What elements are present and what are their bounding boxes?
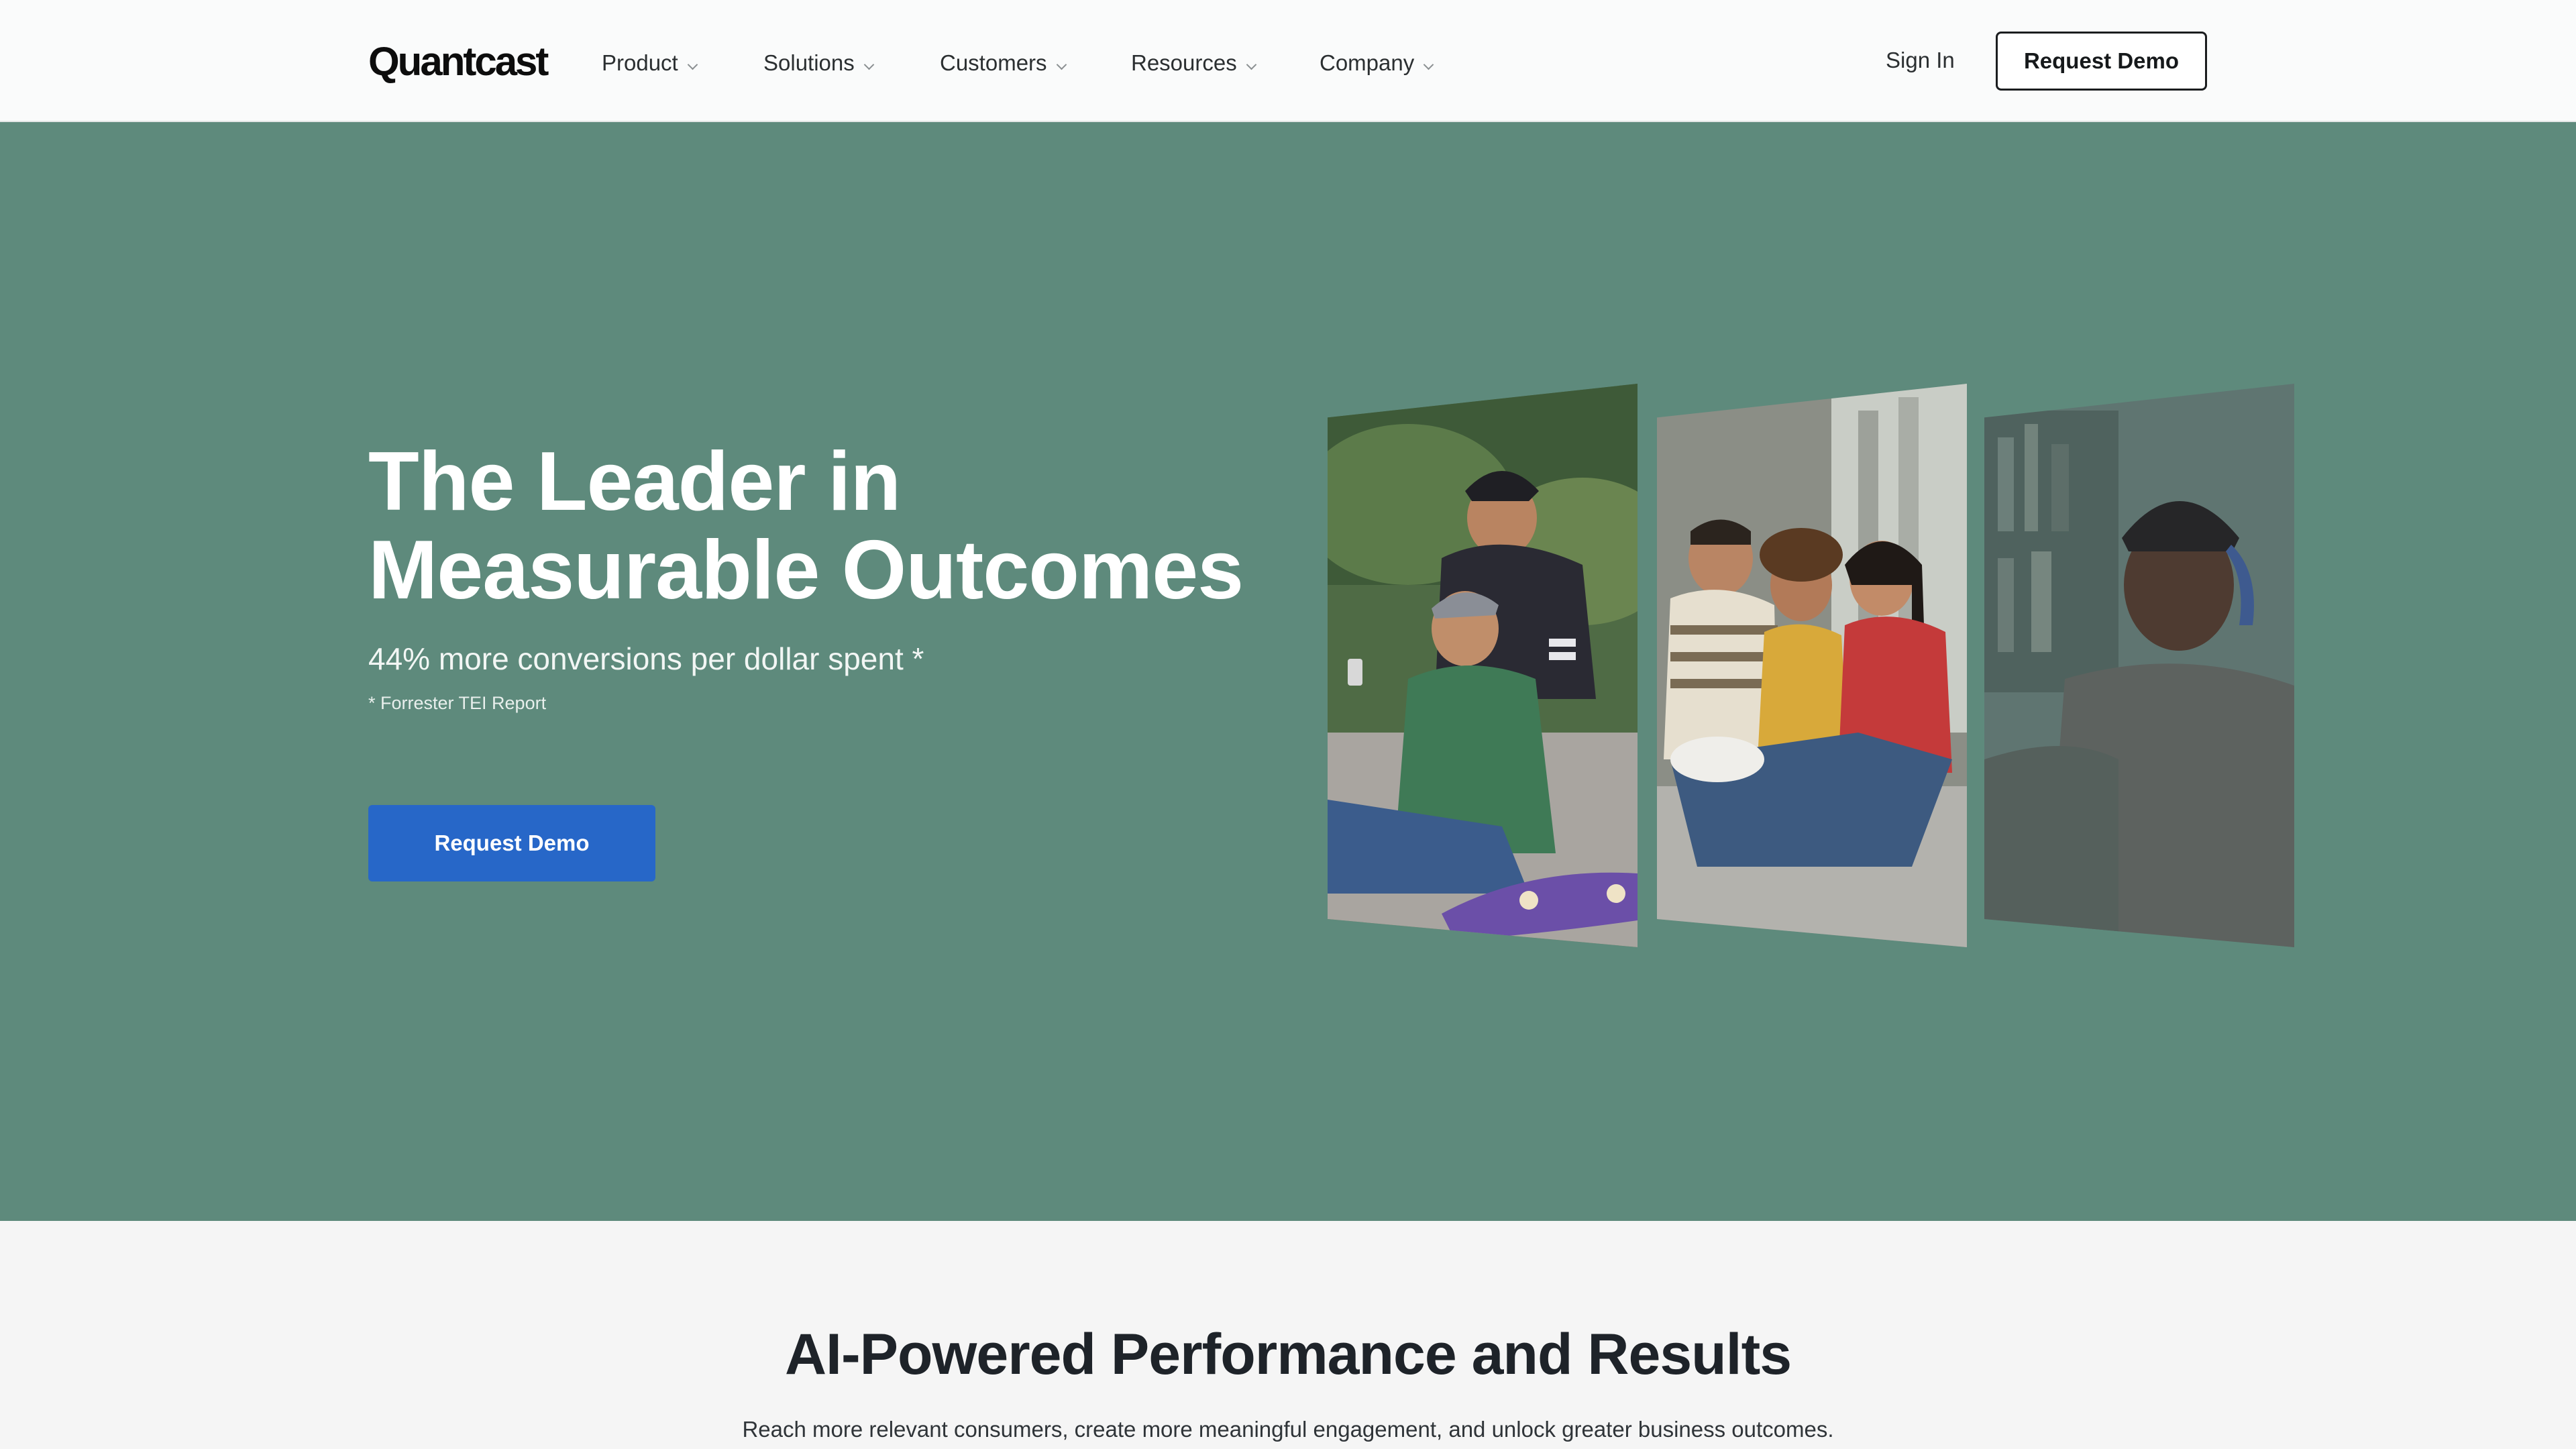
hero-title: The Leader in Measurable Outcomes	[368, 437, 1307, 614]
hero-photo-friends-couch	[1657, 384, 1967, 947]
chevron-down-icon	[687, 59, 698, 70]
chevron-down-icon	[1246, 59, 1257, 70]
nav-resources-label: Resources	[1131, 50, 1237, 75]
nav-solutions-label: Solutions	[763, 50, 855, 75]
hero-photo-man-headphones	[1984, 384, 2294, 947]
hero-footnote: * Forrester TEI Report	[368, 693, 547, 713]
section-description: Reach more relevant consumers, create mo…	[742, 1417, 1834, 1442]
section-title: AI-Powered Performance and Results	[784, 1322, 1792, 1387]
nav-company-label: Company	[1320, 50, 1415, 75]
performance-section: AI-Powered Performance and Results Reach…	[0, 1221, 2576, 1449]
quantcast-logo[interactable]: Quantcast	[368, 35, 549, 89]
nav-solutions[interactable]: Solutions	[763, 42, 875, 85]
hero-title-line-2: Measurable Outcomes	[368, 524, 1244, 616]
nav-resources[interactable]: Resources	[1131, 42, 1257, 85]
chevron-down-icon	[1423, 59, 1434, 70]
nav-product-label: Product	[602, 50, 678, 75]
hero-request-demo-button[interactable]: Request Demo	[368, 805, 655, 881]
hero-photo-skaters	[1328, 384, 1638, 947]
site-header: Quantcast Product Solutions Customers Re…	[0, 0, 2576, 122]
hero-subtitle: 44% more conversions per dollar spent *	[368, 641, 924, 676]
chevron-down-icon	[863, 59, 875, 70]
sign-in-link[interactable]: Sign In	[1886, 40, 1955, 80]
nav-company[interactable]: Company	[1320, 42, 1434, 85]
nav-customers-label: Customers	[940, 50, 1047, 75]
nav-customers[interactable]: Customers	[940, 42, 1067, 85]
header-request-demo-button[interactable]: Request Demo	[1996, 32, 2207, 91]
nav-product[interactable]: Product	[602, 42, 698, 85]
chevron-down-icon	[1056, 59, 1067, 70]
hero-title-line-1: The Leader in	[368, 435, 901, 528]
hero-section: The Leader in Measurable Outcomes 44% mo…	[0, 122, 2576, 1221]
